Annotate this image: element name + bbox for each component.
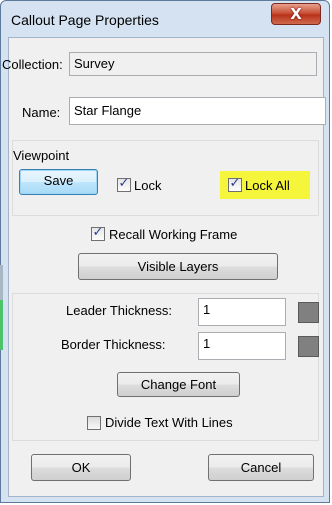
- ok-button-label: OK: [71, 460, 91, 475]
- close-icon: X: [290, 5, 302, 23]
- border-color-swatch[interactable]: [298, 336, 319, 357]
- cancel-button-label: Cancel: [240, 460, 282, 475]
- check-icon: ✓: [118, 176, 130, 191]
- border-thickness-field[interactable]: 1: [198, 332, 286, 360]
- background-window-edge-accent: [0, 300, 3, 350]
- ok-button[interactable]: OK: [31, 454, 131, 481]
- change-font-button-label: Change Font: [140, 377, 217, 392]
- name-label: Name:: [22, 105, 61, 120]
- leader-thickness-label: Leader Thickness:: [66, 303, 172, 318]
- lock-all-label: Lock All: [245, 178, 290, 193]
- collection-field: Survey: [69, 52, 317, 76]
- recall-working-frame-label: Recall Working Frame: [109, 227, 238, 242]
- check-icon: ✓: [229, 176, 241, 191]
- dialog-window: Callout Page Properties X Collection: Su…: [0, 0, 330, 503]
- lock-label: Lock: [134, 178, 162, 193]
- close-button[interactable]: X: [271, 3, 321, 25]
- dialog-body: Collection: Survey Name: Star Flange Vie…: [2, 37, 326, 497]
- cancel-button[interactable]: Cancel: [208, 454, 314, 481]
- divide-text-label: Divide Text With Lines: [105, 415, 233, 430]
- viewpoint-group-label: Viewpoint: [13, 148, 70, 163]
- save-button[interactable]: Save: [19, 169, 98, 195]
- leader-color-swatch[interactable]: [298, 302, 319, 323]
- window-title: Callout Page Properties: [11, 12, 159, 28]
- change-font-button[interactable]: Change Font: [117, 372, 240, 397]
- save-button-label: Save: [43, 173, 74, 188]
- leader-thickness-field[interactable]: 1: [198, 298, 286, 326]
- check-icon: ✓: [92, 225, 104, 240]
- name-field[interactable]: Star Flange: [69, 97, 326, 125]
- divide-text-checkbox[interactable]: [87, 416, 101, 430]
- collection-label: Collection:: [2, 57, 63, 72]
- lock-all-checkbox[interactable]: ✓: [228, 176, 242, 192]
- recall-working-frame-checkbox[interactable]: ✓: [91, 225, 105, 241]
- visible-layers-button[interactable]: Visible Layers: [78, 253, 278, 280]
- border-thickness-label: Border Thickness:: [61, 337, 166, 352]
- visible-layers-button-label: Visible Layers: [137, 259, 219, 274]
- lock-checkbox[interactable]: ✓: [117, 176, 131, 192]
- title-bar[interactable]: Callout Page Properties X: [1, 1, 329, 37]
